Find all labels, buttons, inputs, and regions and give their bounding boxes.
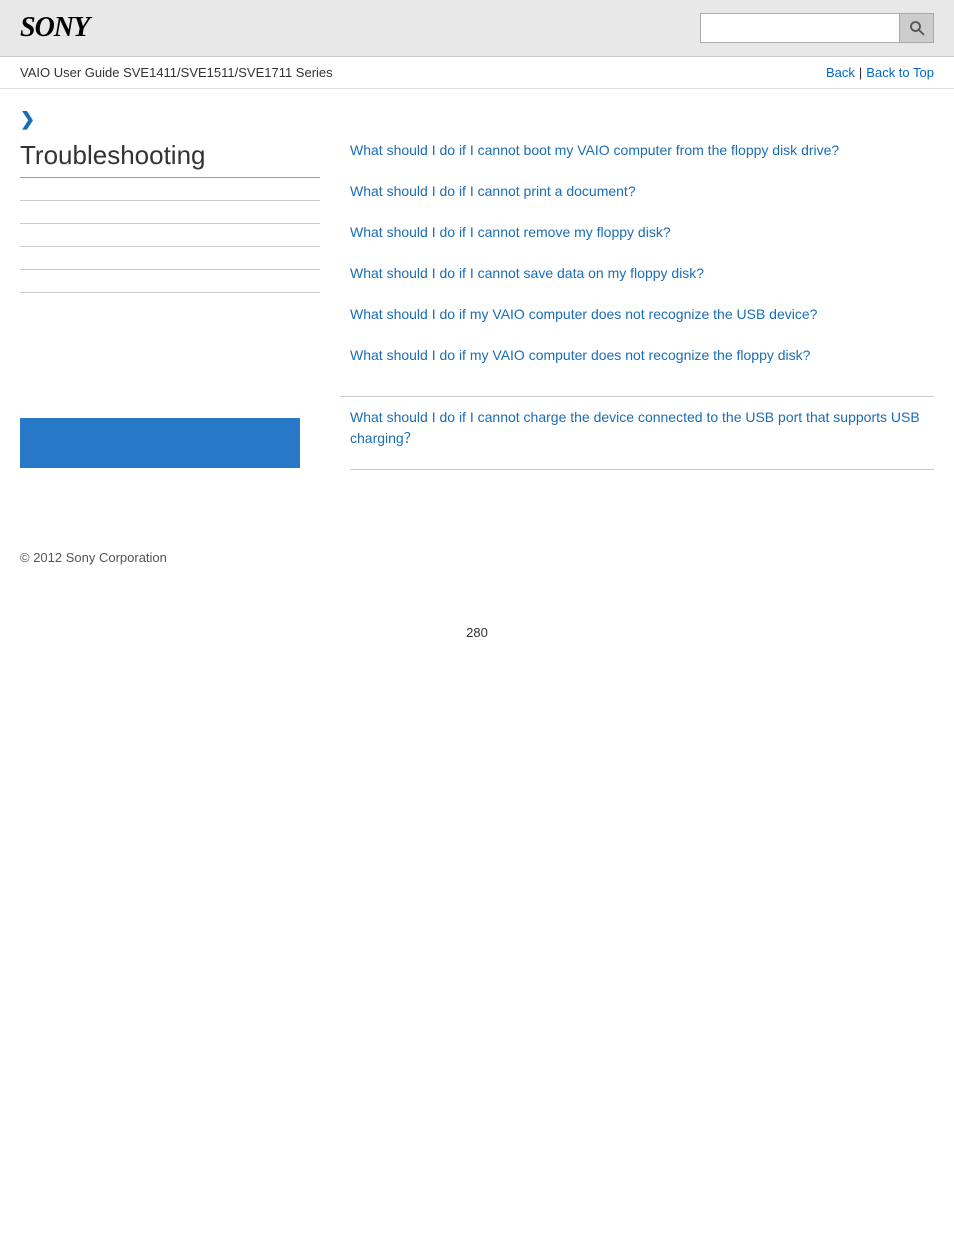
search-icon	[909, 20, 925, 36]
link-5[interactable]: What should I do if my VAIO computer doe…	[350, 345, 934, 366]
search-button[interactable]	[900, 13, 934, 43]
sidebar-divider-1	[20, 200, 320, 201]
nav-links: Back | Back to Top	[826, 65, 934, 80]
search-input[interactable]	[700, 13, 900, 43]
sidebar-divider-3	[20, 246, 320, 247]
page-number: 280	[0, 625, 954, 660]
back-to-top-link[interactable]: Back to Top	[866, 65, 934, 80]
sony-logo: SONY	[20, 12, 89, 44]
sidebar-divider-4	[20, 269, 320, 270]
highlight-block	[20, 418, 300, 468]
header: SONY	[0, 0, 954, 57]
highlight-link[interactable]: What should I do if I cannot charge the …	[350, 407, 934, 449]
highlight-right-content: What should I do if I cannot charge the …	[340, 396, 934, 490]
search-area	[700, 13, 934, 43]
right-content: What should I do if I cannot boot my VAI…	[340, 140, 934, 386]
breadcrumb-arrow: ❯	[20, 109, 934, 130]
sidebar: Troubleshooting	[20, 140, 340, 386]
main-content: ❯ Troubleshooting What should I do if I …	[0, 89, 954, 530]
sidebar-divider-2	[20, 223, 320, 224]
highlight-row: What should I do if I cannot charge the …	[20, 396, 934, 490]
footer: © 2012 Sony Corporation	[0, 530, 954, 585]
back-link[interactable]: Back	[826, 65, 855, 80]
link-2[interactable]: What should I do if I cannot remove my f…	[350, 222, 934, 243]
link-0[interactable]: What should I do if I cannot boot my VAI…	[350, 140, 934, 161]
link-4[interactable]: What should I do if my VAIO computer doe…	[350, 304, 934, 325]
sidebar-title: Troubleshooting	[20, 140, 320, 178]
nav-separator: |	[859, 65, 862, 80]
highlight-sidebar	[20, 396, 340, 468]
nav-bar: VAIO User Guide SVE1411/SVE1511/SVE1711 …	[0, 57, 954, 89]
highlight-divider	[350, 469, 934, 470]
sidebar-divider-5	[20, 292, 320, 293]
two-col-layout: Troubleshooting What should I do if I ca…	[20, 140, 934, 386]
nav-title: VAIO User Guide SVE1411/SVE1511/SVE1711 …	[20, 65, 333, 80]
link-3[interactable]: What should I do if I cannot save data o…	[350, 263, 934, 284]
copyright: © 2012 Sony Corporation	[20, 550, 167, 565]
link-1[interactable]: What should I do if I cannot print a doc…	[350, 181, 934, 202]
